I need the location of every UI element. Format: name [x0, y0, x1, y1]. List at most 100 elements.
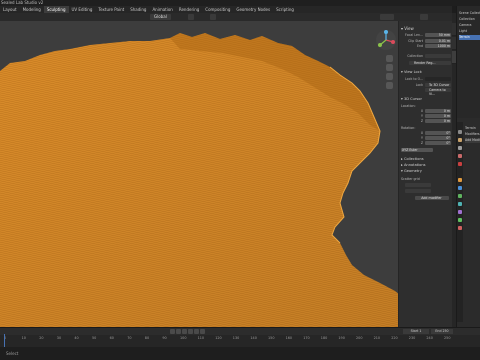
play-reverse-button[interactable] — [182, 329, 187, 334]
particles-tab-icon[interactable] — [458, 194, 462, 198]
end-frame-field[interactable]: End 250 — [431, 329, 453, 334]
timeline-tick-label: 180 — [320, 336, 328, 340]
scatter-grid-field-2[interactable] — [405, 189, 431, 193]
snap-toggle[interactable] — [188, 14, 194, 20]
render-region-checkbox[interactable]: Render Reg... — [409, 61, 451, 65]
output-tab-icon[interactable] — [458, 146, 462, 150]
material-tab-icon[interactable] — [458, 226, 462, 230]
workspace-tab[interactable]: Modeling — [20, 6, 44, 13]
properties-add-modifier-button[interactable]: Add Modifier — [465, 138, 480, 143]
next-keyframe-button[interactable] — [194, 329, 199, 334]
camera-view-button[interactable] — [386, 73, 393, 80]
location-x-field[interactable]: 0 m — [425, 109, 451, 113]
render-tab-icon[interactable] — [458, 138, 462, 142]
rotation-mode-row: XYZ Euler — [401, 148, 451, 152]
workspace-tab[interactable]: Sculpting — [43, 6, 69, 13]
view-lock-title: View Lock — [403, 70, 422, 74]
view-section-header[interactable]: ▾ View — [401, 26, 451, 31]
workspace-tab[interactable]: Geometry Nodes — [233, 6, 273, 13]
workspace-tab[interactable]: Layout — [0, 6, 20, 13]
workspace-tab[interactable]: Texture Paint — [95, 6, 127, 13]
scatter-grid-field[interactable] — [405, 183, 431, 187]
location-label-row: Location: — [401, 104, 451, 108]
rot-z-row: Z 0° — [420, 141, 451, 145]
loc-z-row: Z0 m — [420, 119, 451, 123]
collections-title: Collections — [403, 157, 424, 161]
rotation-z-field[interactable]: 0° — [425, 141, 451, 145]
zoom-button[interactable] — [386, 55, 393, 62]
workspace-tab[interactable]: Scripting — [273, 6, 297, 13]
annotations-section-header[interactable]: ▸ Annotations — [401, 163, 451, 167]
view-title: View — [404, 26, 414, 31]
timeline-tick-label: 240 — [426, 336, 433, 340]
camera-to-view-checkbox[interactable]: Camera to Vi... — [425, 88, 451, 96]
scene-tab-icon[interactable] — [458, 154, 462, 158]
collections-section-header[interactable]: ▸ Collections — [401, 157, 451, 161]
modifier-tab-icon[interactable] — [458, 186, 462, 190]
timeline-tick-label: 230 — [408, 336, 416, 340]
prev-keyframe-button[interactable] — [176, 329, 181, 334]
timeline-tick-label: 220 — [391, 336, 398, 340]
outliner-row[interactable]: Light — [459, 29, 480, 34]
rotation-x-field[interactable]: 0° — [425, 131, 451, 135]
clip-start-field[interactable]: 0.01 m — [425, 39, 451, 43]
timeline-tick-label: 190 — [338, 336, 345, 340]
workspace-tab[interactable]: Shading — [127, 6, 149, 13]
outliner-row[interactable]: Collection — [459, 17, 480, 22]
workspace-tab[interactable]: Compositing — [202, 6, 233, 13]
physics-tab-icon[interactable] — [458, 202, 462, 206]
properties-modifiers-label: Modifiers — [465, 132, 480, 136]
collection-label: Collection — [407, 54, 423, 58]
rotation-label-row: Rotation: — [401, 126, 451, 130]
playhead[interactable] — [4, 334, 5, 348]
focal-length-field[interactable]: 50 mm — [425, 33, 451, 37]
timeline-tick-label: 80 — [144, 336, 150, 340]
scatter-grid-field-row-2 — [401, 189, 451, 193]
lock-object-field[interactable] — [425, 77, 451, 81]
render-region-row: Render Reg... — [401, 61, 451, 65]
data-tab-icon[interactable] — [458, 218, 462, 222]
pan-button[interactable] — [386, 64, 393, 71]
jump-start-button[interactable] — [170, 329, 175, 334]
3d-viewport[interactable] — [0, 21, 452, 327]
navigation-gizmo[interactable] — [375, 29, 397, 51]
properties-panel: Terrain Modifiers Add Modifier — [456, 118, 480, 327]
outliner-row[interactable]: Camera — [459, 23, 480, 28]
terrain-mesh — [0, 33, 452, 327]
transform-orientation-dropdown[interactable]: Global — [150, 14, 171, 20]
3d-cursor-section-header[interactable]: ▾ 3D Cursor — [401, 97, 451, 101]
timeline-tick-label: 30 — [56, 336, 62, 340]
timeline-tick-label: 50 — [92, 336, 97, 340]
collection-checkbox[interactable] — [425, 54, 451, 58]
workspace-tab[interactable]: Animation — [149, 6, 175, 13]
workspace-tab[interactable]: Rendering — [176, 6, 202, 13]
jump-end-button[interactable] — [200, 329, 205, 334]
viewport-shading-buttons[interactable] — [380, 14, 394, 20]
view-lock-section-header[interactable]: ▾ View Lock — [401, 70, 451, 74]
location-label: Location: — [401, 104, 416, 108]
play-button[interactable] — [188, 329, 193, 334]
timeline-tick-label: 200 — [356, 336, 363, 340]
rotation-y-field[interactable]: 0° — [425, 136, 451, 140]
world-tab-icon[interactable] — [458, 162, 462, 166]
constraints-tab-icon[interactable] — [458, 210, 462, 214]
timeline-ruler[interactable]: 0 10 20 30 40 50 60 70 80 90 100 110 120 130 140 150 160… — [0, 336, 480, 342]
rotation-mode-dropdown[interactable]: XYZ Euler — [401, 148, 433, 152]
workspace-tab[interactable]: UV Editing — [69, 6, 96, 13]
tool-tab-icon[interactable] — [458, 130, 462, 134]
location-z-field[interactable]: 0 m — [425, 119, 451, 123]
overlays-button[interactable] — [420, 14, 428, 20]
outliner-row[interactable]: Scene Collection — [459, 11, 480, 16]
clip-end-field[interactable]: 1000 m — [425, 44, 451, 48]
timeline-tick-label: 110 — [197, 336, 205, 340]
proportional-edit-toggle[interactable] — [210, 14, 216, 20]
object-tab-icon[interactable] — [458, 178, 462, 182]
rot-x-row: X 0° — [420, 131, 451, 135]
geometry-section-header[interactable]: ▾ Geometry — [401, 169, 451, 173]
lock-to-cursor-checkbox[interactable]: To 3D Cursor — [425, 83, 451, 87]
add-modifier-button[interactable]: Add modifier — [415, 196, 449, 200]
start-frame-field[interactable]: Start 1 — [403, 329, 429, 334]
outliner-row-selected[interactable]: Terrain — [459, 35, 480, 40]
ortho-toggle-button[interactable] — [386, 82, 393, 89]
location-y-field[interactable]: 0 m — [425, 114, 451, 118]
